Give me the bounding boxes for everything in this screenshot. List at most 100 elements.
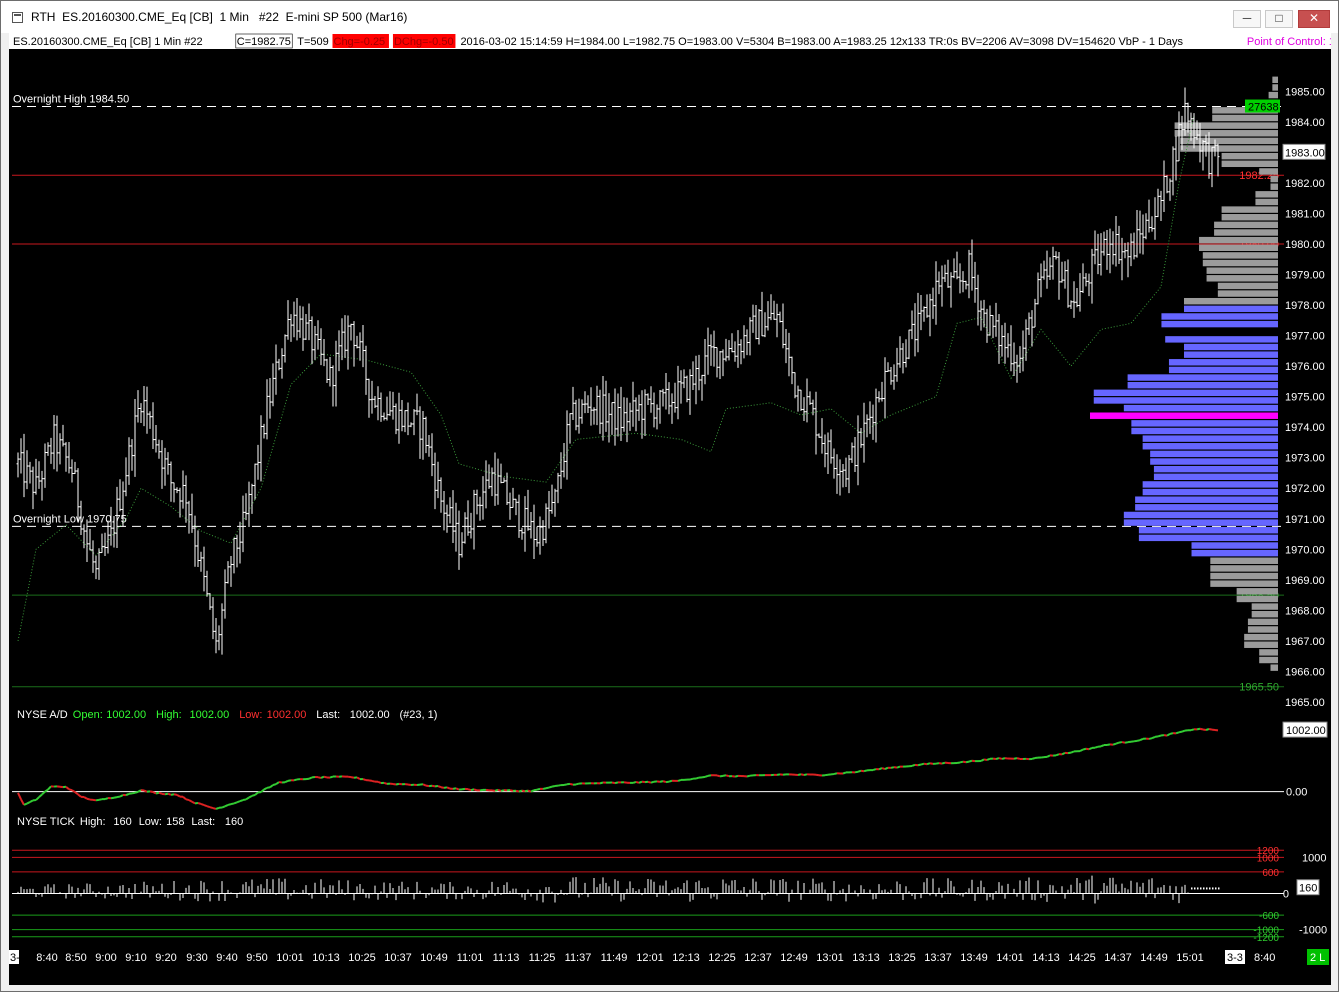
ad-segment xyxy=(962,760,967,764)
ad-segment xyxy=(635,780,640,784)
time-tick-label: 14:49 xyxy=(1140,952,1168,964)
price-tick-label: 1975.00 xyxy=(1285,392,1325,404)
ad-segment xyxy=(1202,728,1207,731)
time-tick-label: 9:00 xyxy=(95,952,116,964)
ad-segment xyxy=(896,765,901,769)
ad-segment xyxy=(803,773,808,776)
time-tick-label: 11:37 xyxy=(565,952,592,964)
maximize-button[interactable]: □ xyxy=(1265,10,1293,28)
ad-segment xyxy=(1085,747,1090,751)
ad-segment xyxy=(149,790,154,793)
volume-profile-bar xyxy=(1153,465,1278,473)
ad-segment xyxy=(23,802,28,806)
ad-segment xyxy=(242,798,247,801)
minimize-button[interactable]: ─ xyxy=(1233,10,1261,28)
volume-profile-bar xyxy=(1180,137,1278,145)
tick-header-low_label: Low: xyxy=(139,816,162,828)
ad-last-badge-text: 1002.00 xyxy=(1286,725,1326,737)
ad-segment xyxy=(530,789,535,793)
ad-segment xyxy=(533,788,538,792)
volume-profile-bar xyxy=(1191,549,1278,557)
ad-segment xyxy=(212,807,217,810)
ad-segment xyxy=(443,786,448,789)
ad-segment xyxy=(461,787,466,791)
volume-profile-bar xyxy=(1150,450,1278,458)
volume-profile-bar xyxy=(1244,641,1278,648)
ad-segment xyxy=(308,776,313,780)
nyse-tick-panel: NYSE TICK High: 160 Low: 158 Last: 16012001000… xyxy=(12,816,1327,944)
status-segment-text: 2016-03-02 15:14:59 H=1984.00 L=1982.75 … xyxy=(460,36,1183,48)
volume-profile-bar xyxy=(1199,244,1278,251)
volume-profile-bar xyxy=(1255,191,1278,198)
ad-segment xyxy=(116,795,121,799)
ad-segment xyxy=(1208,728,1213,731)
ad-segment xyxy=(395,782,400,786)
volume-profile-bar xyxy=(1142,443,1278,450)
price-tick-label: 1978.00 xyxy=(1285,300,1325,312)
close-button[interactable]: ✕ xyxy=(1298,10,1330,28)
ad-segment xyxy=(746,774,751,778)
volume-profile-bar xyxy=(1142,435,1278,442)
corner-badge: 2 L xyxy=(1310,952,1325,964)
ad-segment xyxy=(284,779,289,784)
volume-profile-bar xyxy=(1214,229,1278,236)
ad-segment xyxy=(527,789,532,793)
date-badge-left: 3-2 xyxy=(10,952,26,964)
ad-segment xyxy=(131,791,136,795)
volume-profile-bar xyxy=(1184,343,1278,351)
ad-segment xyxy=(1070,750,1075,754)
price-tick-label: 1968.00 xyxy=(1285,605,1325,617)
ad-segment xyxy=(599,781,604,785)
ad-header-low_label: Low: xyxy=(239,709,262,721)
ad-segment xyxy=(1175,731,1180,735)
ad-segment xyxy=(209,806,214,810)
volume-profile-bar xyxy=(1221,206,1278,213)
ad-segment xyxy=(485,788,490,792)
ad-segment xyxy=(185,798,190,802)
ad-segment xyxy=(65,786,70,791)
ad-segment xyxy=(1169,732,1174,735)
volume-profile-bar xyxy=(1135,504,1278,511)
volume-profile-bar xyxy=(1259,168,1278,175)
ad-segment xyxy=(479,788,484,792)
window-icon[interactable] xyxy=(12,12,23,23)
time-tick-label: 12:49 xyxy=(780,952,808,964)
time-tick-label: 10:01 xyxy=(276,952,304,964)
ad-segment xyxy=(500,789,505,792)
ad-segment xyxy=(197,802,202,805)
time-tick-label: 15:01 xyxy=(1176,952,1204,964)
overnight-level-label: Overnight High 1984.50 xyxy=(13,94,129,106)
ad-header-high_value: 1002.00 xyxy=(190,709,230,721)
ad-segment xyxy=(1157,734,1162,738)
ad-segment xyxy=(1106,743,1111,746)
price-tick-label: 1965.00 xyxy=(1285,697,1325,709)
ad-segment xyxy=(917,763,922,767)
tick-header-high_value: 160 xyxy=(113,816,131,828)
volume-profile-bar xyxy=(1236,595,1278,603)
volume-profile-bar xyxy=(1210,580,1278,587)
ad-segment xyxy=(494,788,499,792)
ad-segment xyxy=(956,761,961,764)
ad-segment xyxy=(563,783,568,786)
ad-segment xyxy=(227,803,232,806)
title-bar[interactable]: RTH ES.20160300.CME_Eq [CB] 1 Min #22 E-… xyxy=(1,1,1338,33)
time-tick-label: 12:01 xyxy=(636,952,664,964)
volume-profile-bar xyxy=(1161,320,1278,328)
tick-header-high_label: High: xyxy=(80,816,106,828)
time-tick-label: 14:01 xyxy=(996,952,1024,964)
ad-segment xyxy=(269,784,274,789)
ad-segment xyxy=(1196,727,1201,731)
ad-segment xyxy=(704,774,709,778)
time-tick-label: 10:37 xyxy=(384,952,412,964)
ad-segment xyxy=(158,791,163,795)
volume-profile-bar xyxy=(1210,557,1278,564)
window-title: RTH ES.20160300.CME_Eq [CB] 1 Min #22 E-… xyxy=(31,10,408,24)
volume-profile-bar xyxy=(1217,282,1278,290)
time-tick-label: 13:25 xyxy=(888,952,916,964)
ad-segment xyxy=(254,791,259,796)
chart-canvas[interactable]: Overnight High 1984.501982.251980.00Over… xyxy=(9,49,1331,985)
ad-segment xyxy=(350,776,355,779)
time-tick-label: 8:40 xyxy=(36,952,57,964)
volume-profile-bar xyxy=(1202,259,1278,267)
ad-segment xyxy=(470,788,475,792)
